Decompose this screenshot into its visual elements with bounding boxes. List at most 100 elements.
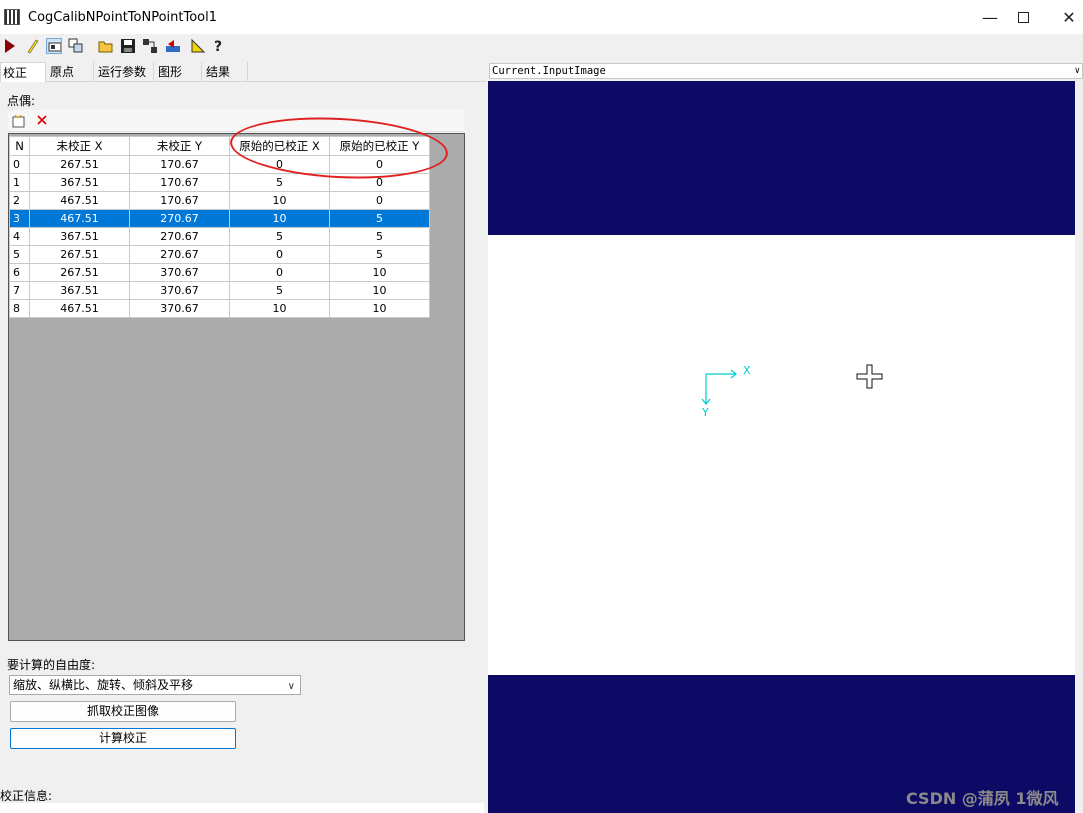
table-row[interactable]: 5 267.51 270.67 0 5 xyxy=(9,245,430,264)
dof-select-value: 缩放、纵横比、旋转、倾斜及平移 xyxy=(13,678,194,692)
table-cell[interactable]: 5 xyxy=(229,281,330,300)
table-cell[interactable]: 0 xyxy=(229,155,330,174)
table-cell[interactable]: 2 xyxy=(9,191,30,210)
table-cell[interactable]: 270.67 xyxy=(129,227,230,246)
table-cell[interactable]: 467.51 xyxy=(29,191,130,210)
dof-label: 要计算的自由度: xyxy=(7,658,96,672)
table-cell[interactable]: 0 xyxy=(329,173,430,192)
table-cell[interactable]: 3 xyxy=(9,209,30,228)
tab-graphics[interactable]: 图形 xyxy=(156,62,202,82)
crosshair-icon[interactable] xyxy=(855,363,885,391)
table-cell[interactable]: 4 xyxy=(9,227,30,246)
save-icon[interactable] xyxy=(120,38,136,54)
tab-origin[interactable]: 原点 xyxy=(48,62,94,82)
table-cell[interactable]: 267.51 xyxy=(29,263,130,282)
image-source-select[interactable]: Current.InputImage ∨ xyxy=(489,63,1083,79)
pairs-table: N 未校正 X 未校正 Y 原始的已校正 X 原始的已校正 Y 0 267.51 1… xyxy=(9,136,430,318)
table-cell[interactable]: 1 xyxy=(9,173,30,192)
table-row[interactable]: 2 467.51 170.67 10 0 xyxy=(9,191,430,210)
image-source-value: Current.InputImage xyxy=(492,65,606,77)
table-cell[interactable]: 367.51 xyxy=(29,173,130,192)
copy-icon[interactable] xyxy=(68,38,84,54)
table-cell[interactable]: 170.67 xyxy=(129,191,230,210)
help-icon[interactable]: ? xyxy=(212,38,228,54)
open-icon[interactable] xyxy=(98,38,114,54)
table-cell[interactable]: 8 xyxy=(9,299,30,318)
table-cell[interactable]: 6 xyxy=(9,263,30,282)
y-axis-label: Y xyxy=(701,406,709,419)
table-cell[interactable]: 267.51 xyxy=(29,155,130,174)
table-row[interactable]: 0 267.51 170.67 0 0 xyxy=(9,155,430,174)
app-icon xyxy=(4,9,20,25)
delete-row-icon[interactable] xyxy=(36,114,48,126)
table-cell[interactable]: 5 xyxy=(9,245,30,264)
run-icon[interactable] xyxy=(2,38,18,54)
table-row[interactable]: 4 367.51 270.67 5 5 xyxy=(9,227,430,246)
table-cell[interactable]: 5 xyxy=(229,227,330,246)
col-header-uncal-y[interactable]: 未校正 Y xyxy=(129,136,230,156)
col-header-cal-x[interactable]: 原始的已校正 X xyxy=(229,136,330,156)
image-display[interactable] xyxy=(488,81,1075,813)
col-header-uncal-x[interactable]: 未校正 X xyxy=(29,136,130,156)
edit-icon[interactable] xyxy=(24,38,40,54)
svg-text:?: ? xyxy=(214,39,222,54)
table-cell[interactable]: 5 xyxy=(329,209,430,228)
table-cell[interactable]: 270.67 xyxy=(129,245,230,264)
table-cell[interactable]: 7 xyxy=(9,281,30,300)
table-cell[interactable]: 0 xyxy=(229,245,330,264)
table-cell[interactable]: 367.51 xyxy=(29,227,130,246)
dof-select[interactable]: 缩放、纵横比、旋转、倾斜及平移 ∨ xyxy=(9,675,301,695)
tab-calibration[interactable]: 校正 xyxy=(0,62,46,82)
point-pairs-label: 点偶: xyxy=(7,94,36,108)
table-cell[interactable]: 0 xyxy=(9,155,30,174)
tab-run-params[interactable]: 运行参数 xyxy=(96,62,154,82)
col-header-n[interactable]: N xyxy=(9,136,30,156)
table-cell[interactable]: 270.67 xyxy=(129,209,230,228)
table-cell[interactable]: 370.67 xyxy=(129,281,230,300)
table-cell[interactable]: 467.51 xyxy=(29,299,130,318)
table-cell[interactable]: 10 xyxy=(329,281,430,300)
table-row[interactable]: 1 367.51 170.67 5 0 xyxy=(9,173,430,192)
toolbar: ? xyxy=(0,34,1083,58)
table-row[interactable]: 3 467.51 270.67 10 5 xyxy=(9,209,430,228)
add-row-icon[interactable] xyxy=(12,114,26,128)
col-header-cal-y[interactable]: 原始的已校正 Y xyxy=(329,136,430,156)
maximize-icon xyxy=(1017,11,1029,23)
table-cell[interactable]: 267.51 xyxy=(29,245,130,264)
table-cell[interactable]: 10 xyxy=(229,299,330,318)
reset-icon[interactable] xyxy=(164,38,180,54)
table-row[interactable]: 7 367.51 370.67 5 10 xyxy=(9,281,430,300)
table-cell[interactable]: 170.67 xyxy=(129,173,230,192)
tab-strip: 校正 原点 运行参数 图形 结果 xyxy=(0,62,486,82)
link-icon[interactable] xyxy=(142,38,158,54)
right-edge xyxy=(1075,81,1083,813)
grab-image-button[interactable]: 抓取校正图像 xyxy=(10,701,236,722)
table-cell[interactable]: 5 xyxy=(229,173,330,192)
chevron-down-icon: ∨ xyxy=(1074,66,1080,76)
table-cell[interactable]: 10 xyxy=(329,299,430,318)
compute-calibration-button[interactable]: 计算校正 xyxy=(10,728,236,749)
table-cell[interactable]: 10 xyxy=(229,209,330,228)
maximize-button[interactable] xyxy=(1000,0,1046,34)
table-cell[interactable]: 5 xyxy=(329,245,430,264)
table-row[interactable]: 8 467.51 370.67 10 10 xyxy=(9,299,430,318)
table-cell[interactable]: 467.51 xyxy=(29,209,130,228)
close-button[interactable]: ✕ xyxy=(1046,0,1083,34)
table-row[interactable]: 6 267.51 370.67 0 10 xyxy=(9,263,430,282)
table-cell[interactable]: 10 xyxy=(229,191,330,210)
calibration-info-label: 校正信息: xyxy=(0,789,53,803)
measure-icon[interactable] xyxy=(190,38,206,54)
table-cell[interactable]: 170.67 xyxy=(129,155,230,174)
tab-results[interactable]: 结果 xyxy=(204,62,248,82)
table-cell[interactable]: 367.51 xyxy=(29,281,130,300)
x-axis-label: X xyxy=(743,364,751,377)
table-cell[interactable]: 5 xyxy=(329,227,430,246)
window-title: CogCalibNPointToNPointTool1 xyxy=(28,9,218,25)
table-cell[interactable]: 0 xyxy=(329,191,430,210)
table-cell[interactable]: 0 xyxy=(329,155,430,174)
table-cell[interactable]: 370.67 xyxy=(129,299,230,318)
display-icon[interactable] xyxy=(46,38,62,54)
table-cell[interactable]: 10 xyxy=(329,263,430,282)
table-cell[interactable]: 370.67 xyxy=(129,263,230,282)
table-cell[interactable]: 0 xyxy=(229,263,330,282)
